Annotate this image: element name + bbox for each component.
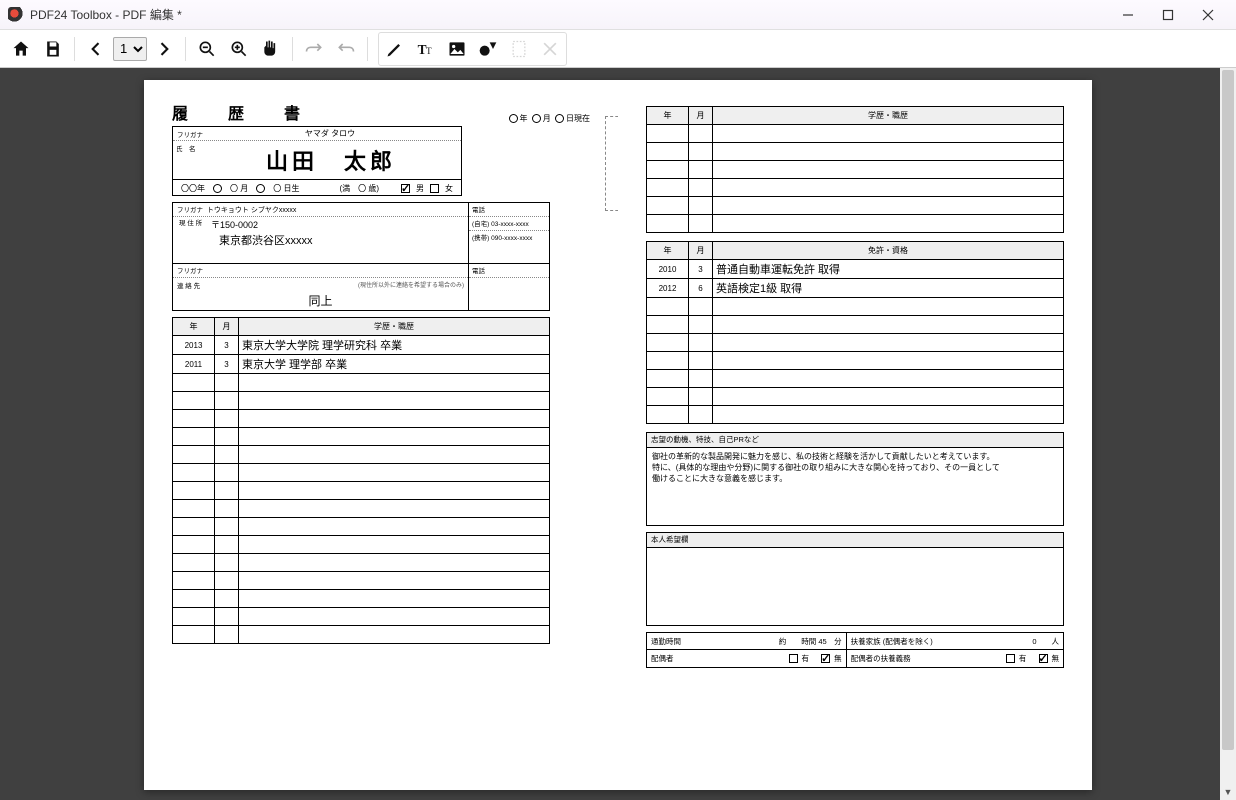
date-line: 年 月 日現在	[332, 113, 590, 124]
table-row	[173, 428, 550, 446]
redo-button[interactable]	[299, 34, 329, 64]
table-row	[647, 125, 1064, 143]
page-2: 年月学歴・職歴 年月免許・資格 20103普通自動車運転免許 取得20126英語…	[618, 80, 1092, 790]
table-row	[647, 388, 1064, 406]
wish-text	[646, 548, 1064, 626]
table-row	[173, 482, 550, 500]
paper: 履 歴 書 年 月 日現在 フリガナ ヤマダ タロウ	[144, 80, 1092, 790]
table-row	[173, 446, 550, 464]
document-viewport[interactable]: 履 歴 書 年 月 日現在 フリガナ ヤマダ タロウ	[0, 68, 1236, 800]
minimize-button[interactable]	[1108, 1, 1148, 29]
text-button[interactable]: TT	[411, 34, 441, 64]
address: 東京都渋谷区xxxxx	[179, 233, 462, 250]
titlebar: PDF24 Toolbox - PDF 編集 *	[0, 0, 1236, 30]
svg-text:T: T	[426, 46, 432, 56]
select-area-button[interactable]	[504, 34, 534, 64]
prev-page-button[interactable]	[81, 34, 111, 64]
table-row: 20133東京大学大学院 理学研究科 卒業	[173, 336, 550, 355]
tel-mobile: 090-xxxx-xxxx	[491, 235, 532, 242]
commute-value: 約 時間 45 分	[779, 636, 842, 647]
table-row	[647, 179, 1064, 197]
table-row	[647, 215, 1064, 233]
table-row	[647, 161, 1064, 179]
applicant-name: 山田 太郎	[201, 141, 461, 179]
page-select[interactable]: 1	[113, 37, 147, 61]
motivation-text: 御社の革新的な製品開発に魅力を感じ、私の技術と経験を活かして貢献したいと考えてい…	[646, 448, 1064, 526]
toolbar: 1 TT	[0, 30, 1236, 68]
page-1: 履 歴 書 年 月 日現在 フリガナ ヤマダ タロウ	[144, 80, 618, 790]
draw-button[interactable]	[380, 34, 410, 64]
shape-button[interactable]	[473, 34, 503, 64]
table-row	[647, 334, 1064, 352]
table-row	[173, 608, 550, 626]
table-row: 20113東京大学 理学部 卒業	[173, 355, 550, 374]
vertical-scrollbar[interactable]: ▲ ▼	[1220, 68, 1236, 800]
education-table-2: 年月学歴・職歴	[646, 106, 1064, 233]
contact-same: 同上	[173, 292, 468, 309]
table-row	[173, 572, 550, 590]
table-row	[173, 536, 550, 554]
table-row	[173, 392, 550, 410]
table-row	[173, 464, 550, 482]
pan-button[interactable]	[256, 34, 286, 64]
table-row	[647, 197, 1064, 215]
table-row	[647, 406, 1064, 424]
home-button[interactable]	[6, 34, 36, 64]
tel-home: 03-xxxx-xxxx	[491, 221, 529, 228]
addr-furigana: トウキョウト シブヤクxxxxx	[207, 207, 296, 214]
gender-male-checkbox	[401, 184, 410, 193]
image-button[interactable]	[442, 34, 472, 64]
table-row	[173, 590, 550, 608]
zoom-out-button[interactable]	[192, 34, 222, 64]
postal: 〒150-0002	[211, 219, 258, 233]
close-button[interactable]	[1188, 1, 1228, 29]
app-icon	[8, 7, 24, 23]
table-row	[173, 554, 550, 572]
table-row	[173, 410, 550, 428]
table-row	[647, 143, 1064, 161]
window-title: PDF24 Toolbox - PDF 編集 *	[30, 6, 182, 23]
table-row: 20103普通自動車運転免許 取得	[647, 260, 1064, 279]
table-row	[647, 316, 1064, 334]
table-row	[647, 370, 1064, 388]
undo-button[interactable]	[331, 34, 361, 64]
doc-title: 履 歴 書	[172, 100, 312, 124]
dependents-value: 0 人	[1032, 636, 1059, 647]
name-furigana: ヤマダ タロウ	[203, 128, 457, 139]
clear-button[interactable]	[535, 34, 565, 64]
gender-female-checkbox	[430, 184, 439, 193]
table-row	[647, 352, 1064, 370]
next-page-button[interactable]	[149, 34, 179, 64]
scroll-down-icon[interactable]: ▼	[1220, 784, 1236, 800]
table-row	[173, 374, 550, 392]
table-row	[173, 626, 550, 644]
table-row	[173, 500, 550, 518]
zoom-in-button[interactable]	[224, 34, 254, 64]
license-table: 年月免許・資格 20103普通自動車運転免許 取得20126英語検定1級 取得	[646, 241, 1064, 424]
table-row	[173, 518, 550, 536]
maximize-button[interactable]	[1148, 1, 1188, 29]
education-table: 年月学歴・職歴 20133東京大学大学院 理学研究科 卒業20113東京大学 理…	[172, 317, 550, 644]
table-row: 20126英語検定1級 取得	[647, 279, 1064, 298]
scrollbar-thumb[interactable]	[1222, 70, 1234, 750]
save-button[interactable]	[38, 34, 68, 64]
table-row	[647, 298, 1064, 316]
